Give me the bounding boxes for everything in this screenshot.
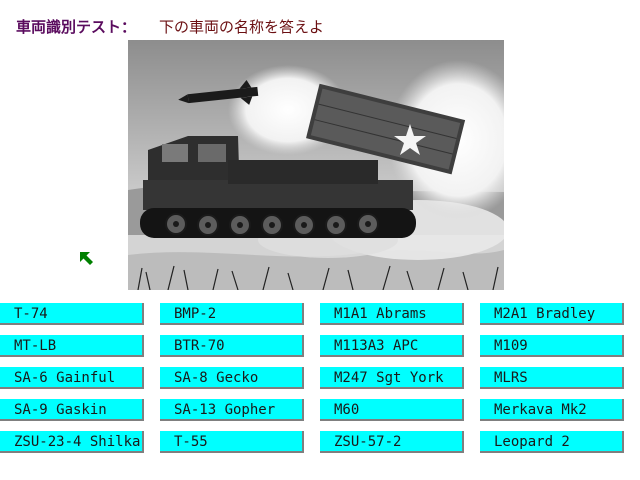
answer-button-m1a1-abrams[interactable]: M1A1 Abrams xyxy=(320,303,464,325)
answer-button-leopard-2[interactable]: Leopard 2 xyxy=(480,431,624,453)
answer-button-m2a1-bradley[interactable]: M2A1 Bradley xyxy=(480,303,624,325)
answer-button-bmp-2[interactable]: BMP-2 xyxy=(160,303,304,325)
answer-button-m113a3-apc[interactable]: M113A3 APC xyxy=(320,335,464,357)
answer-button-merkava-mk2[interactable]: Merkava Mk2 xyxy=(480,399,624,421)
answer-button-mt-lb[interactable]: MT-LB xyxy=(0,335,144,357)
answer-button-sa-8-gecko[interactable]: SA-8 Gecko xyxy=(160,367,304,389)
answer-button-t-74[interactable]: T-74 xyxy=(0,303,144,325)
vehicle-photo-drawing xyxy=(128,40,504,290)
arrow-pointer-icon xyxy=(78,250,96,268)
answer-button-t-55[interactable]: T-55 xyxy=(160,431,304,453)
vehicle-photo xyxy=(128,40,504,290)
answer-button-m247-sgt-york[interactable]: M247 Sgt York xyxy=(320,367,464,389)
quiz-title: 車両識別テスト： xyxy=(16,18,137,36)
answer-grid: T-74 BMP-2 M1A1 Abrams M2A1 Bradley MT-L… xyxy=(0,303,640,463)
answer-button-btr-70[interactable]: BTR-70 xyxy=(160,335,304,357)
answer-button-sa-9-gaskin[interactable]: SA-9 Gaskin xyxy=(0,399,144,421)
answer-button-sa-6-gainful[interactable]: SA-6 Gainful xyxy=(0,367,144,389)
answer-button-sa-13-gopher[interactable]: SA-13 Gopher xyxy=(160,399,304,421)
answer-button-m109[interactable]: M109 xyxy=(480,335,624,357)
answer-button-zsu-23-4-shilka[interactable]: ZSU-23-4 Shilka xyxy=(0,431,144,453)
answer-button-m60[interactable]: M60 xyxy=(320,399,464,421)
quiz-prompt: 下の車両の名称を答えよ xyxy=(159,18,325,36)
answer-button-mlrs[interactable]: MLRS xyxy=(480,367,624,389)
answer-button-zsu-57-2[interactable]: ZSU-57-2 xyxy=(320,431,464,453)
